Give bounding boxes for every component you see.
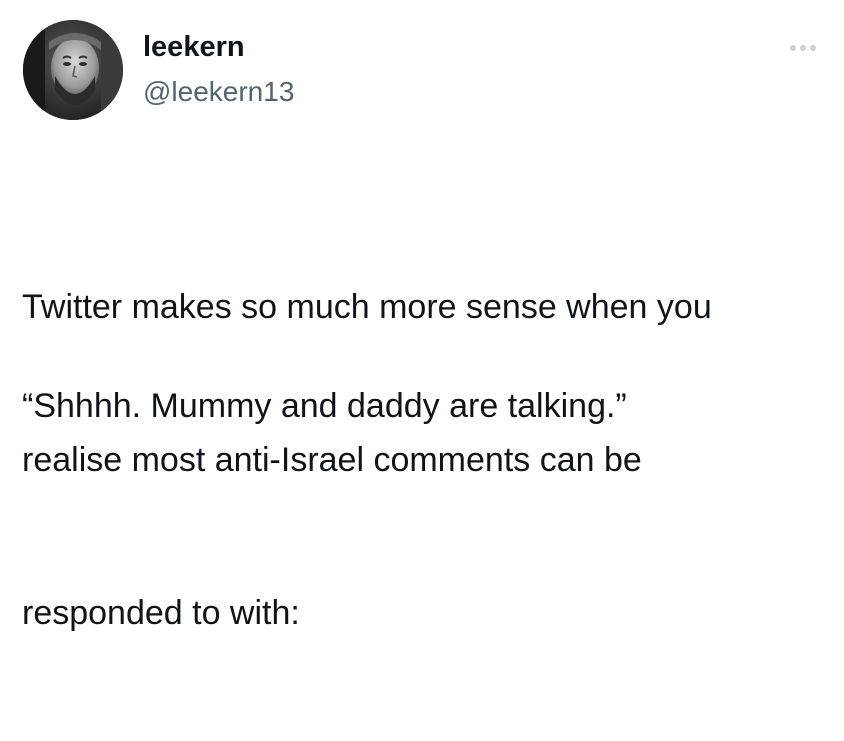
avatar[interactable]	[23, 20, 123, 120]
author-display-name[interactable]: leekern	[143, 30, 245, 64]
tweet-text-line: responded to with:	[22, 594, 300, 632]
tweet-text-line: Twitter makes so much more sense when yo…	[22, 288, 712, 326]
tweet-text: Twitter makes so much more sense when yo…	[22, 180, 822, 741]
tweet-text-line: realise most anti-Israel comments can be	[22, 441, 642, 479]
author-handle[interactable]: @leekern13	[143, 75, 294, 109]
tweet-card: leekern @leekern13 Twitter makes so much…	[0, 0, 844, 632]
tweet-quote-line: “Shhhh. Mummy and daddy are talking.”	[22, 387, 627, 425]
more-options-icon-dot	[800, 45, 806, 51]
more-options-button[interactable]	[783, 38, 823, 58]
avatar-photo	[23, 20, 123, 120]
more-options-icon	[790, 45, 796, 51]
more-options-icon-dot	[810, 45, 816, 51]
